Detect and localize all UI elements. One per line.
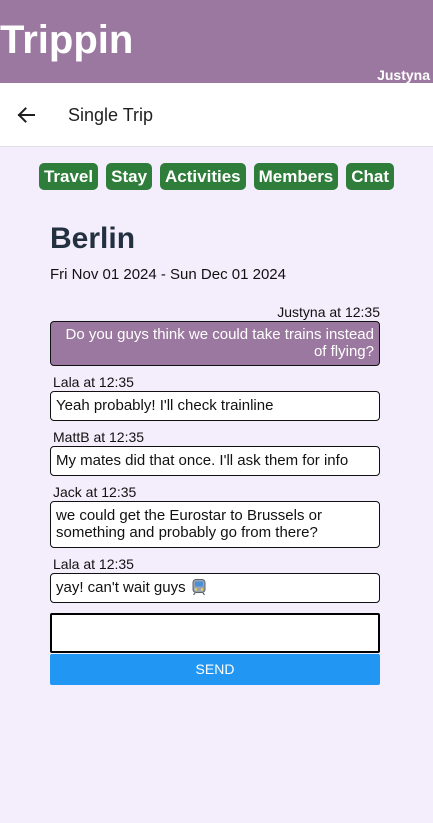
page-title: Single Trip — [68, 105, 154, 125]
tab-travel[interactable]: Travel — [38, 163, 99, 190]
trip-dates: Fri Nov 01 2024 - Sun Dec 01 2024 — [50, 266, 286, 283]
app-header: Trippin Justyna — [0, 0, 433, 83]
chat-message: Justyna at 12:35 Do you guys think we co… — [50, 304, 380, 366]
message-meta: Jack at 12:35 — [53, 484, 137, 500]
message-text: yay! can't wait guys — [56, 579, 186, 596]
message-bubble: My mates did that once. I'll ask them fo… — [50, 446, 380, 476]
trip-tabs: Travel Stay Activities Members Chat — [0, 163, 433, 190]
message-bubble: we could get the Eurostar to Brussels or… — [50, 501, 380, 548]
chat-message: Lala at 12:35 Yeah probably! I'll check … — [50, 374, 380, 421]
nav-bar: Single Trip — [0, 83, 433, 147]
tab-activities[interactable]: Activities — [160, 163, 246, 190]
chat-message: Jack at 12:35 we could get the Eurostar … — [50, 484, 380, 548]
chat-message-input[interactable] — [50, 613, 380, 653]
message-bubble: Yeah probably! I'll check trainline — [50, 391, 380, 421]
send-button[interactable]: SEND — [50, 654, 380, 685]
current-user-name: Justyna — [377, 67, 430, 83]
chat-message: Lala at 12:35 yay! can't wait guys — [50, 556, 380, 603]
message-bubble: yay! can't wait guys — [50, 573, 380, 603]
message-meta: MattB at 12:35 — [53, 429, 145, 445]
message-meta: Justyna at 12:35 — [277, 304, 380, 320]
app-title: Trippin — [0, 18, 134, 62]
back-button[interactable] — [12, 101, 40, 129]
message-bubble: Do you guys think we could take trains i… — [50, 321, 380, 366]
tab-stay[interactable]: Stay — [106, 163, 153, 190]
chat-message: MattB at 12:35 My mates did that once. I… — [50, 429, 380, 476]
arrow-left-icon — [17, 107, 35, 123]
tab-chat[interactable]: Chat — [346, 163, 395, 190]
chat-messages: Justyna at 12:35 Do you guys think we co… — [50, 304, 380, 611]
message-meta: Lala at 12:35 — [53, 556, 134, 572]
trip-title: Berlin — [50, 222, 136, 255]
train-emoji-icon — [192, 579, 206, 595]
message-meta: Lala at 12:35 — [53, 374, 134, 390]
tab-members[interactable]: Members — [253, 163, 339, 190]
